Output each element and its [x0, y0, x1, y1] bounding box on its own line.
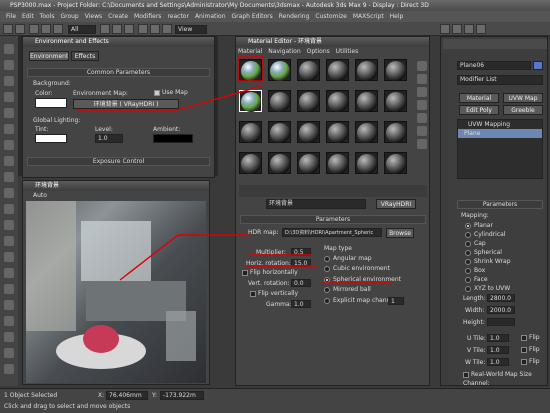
y-coord-label: Y: — [152, 392, 157, 399]
hint-text: Click and drag to select and move object… — [4, 403, 131, 410]
selection-status: 1 Object Selected — [4, 392, 58, 399]
x-coord-input[interactable]: 76.406mm — [106, 391, 148, 400]
y-coord-input[interactable]: -173.922m — [160, 391, 204, 400]
status-bar: 1 Object Selected Click and drag to sele… — [0, 388, 550, 413]
annotation-arrow-to-slot — [177, 85, 263, 111]
annotation-box-slot — [237, 56, 264, 82]
annotation-hdr-arrow — [119, 234, 179, 281]
x-coord-label: X: — [98, 392, 105, 399]
red-annotations — [78, 56, 392, 284]
